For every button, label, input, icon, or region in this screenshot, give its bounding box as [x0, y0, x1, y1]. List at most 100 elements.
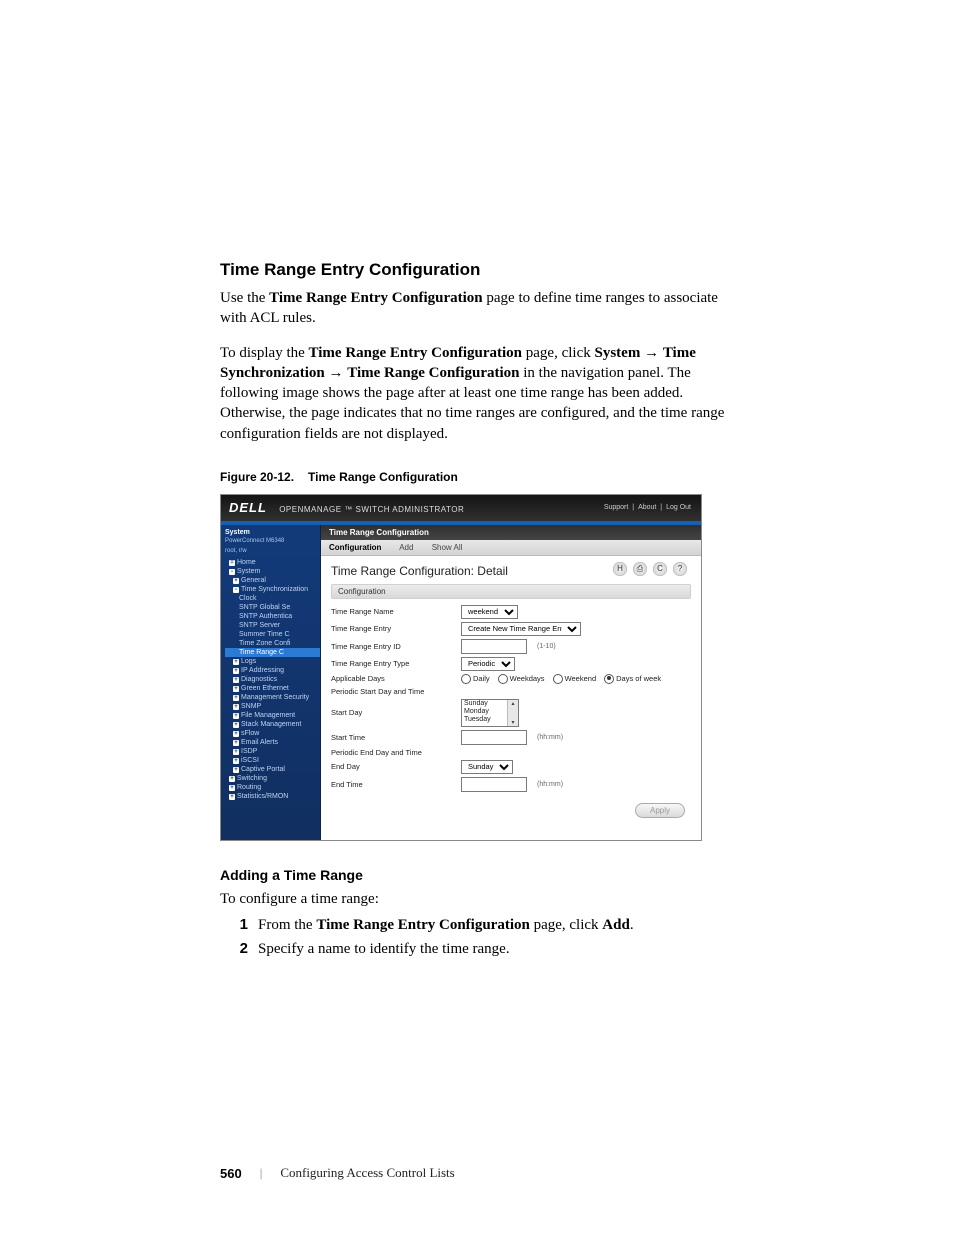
- expand-icon[interactable]: +: [233, 686, 239, 692]
- term: Add: [602, 917, 630, 933]
- text: Specify a name to identify the time rang…: [258, 939, 510, 959]
- term: Time Range Entry Configuration: [316, 917, 529, 933]
- tree-node[interactable]: SNTP Authentica: [225, 612, 320, 621]
- label: Applicable Days: [331, 674, 461, 683]
- tab-show-all[interactable]: Show All: [432, 543, 463, 552]
- tree-label: SNTP Server: [239, 622, 280, 629]
- tree-label: File Management: [241, 712, 295, 719]
- expand-icon[interactable]: +: [233, 731, 239, 737]
- expand-icon[interactable]: +: [233, 722, 239, 728]
- tab-add[interactable]: Add: [399, 543, 413, 552]
- radio-daily[interactable]: Daily: [461, 674, 490, 684]
- label: Periodic Start Day and Time: [331, 687, 461, 696]
- expand-icon[interactable]: +: [229, 776, 235, 782]
- link-support[interactable]: Support: [604, 504, 629, 511]
- page-number: 560: [220, 1166, 242, 1181]
- step-1: 1 From the Time Range Entry Configuratio…: [220, 915, 734, 935]
- tree-node[interactable]: Clock: [225, 594, 320, 603]
- refresh-icon[interactable]: C: [653, 562, 667, 576]
- row-periodic-start-hdr: Periodic Start Day and Time: [331, 687, 691, 696]
- tree-node[interactable]: -System: [225, 567, 320, 576]
- expand-icon[interactable]: +: [233, 677, 239, 683]
- nav-sidebar[interactable]: System PowerConnect M6348 root, r/w =Hom…: [221, 525, 321, 840]
- tree-node[interactable]: +SNMP: [225, 702, 320, 711]
- tree-node[interactable]: =Home: [225, 558, 320, 567]
- tree-node[interactable]: SNTP Server: [225, 621, 320, 630]
- tree-node[interactable]: +Email Alerts: [225, 738, 320, 747]
- radio-days-of-week[interactable]: Days of week: [604, 674, 661, 684]
- tree-node[interactable]: +Statistics/RMON: [225, 792, 320, 801]
- end-time-input[interactable]: [461, 777, 527, 792]
- radio-weekend[interactable]: Weekend: [553, 674, 597, 684]
- expand-icon[interactable]: +: [233, 713, 239, 719]
- tree-node[interactable]: +Switching: [225, 774, 320, 783]
- apply-button[interactable]: Apply: [635, 803, 685, 818]
- entry-id-input[interactable]: [461, 639, 527, 654]
- tree-node[interactable]: Time Zone Confi: [225, 639, 320, 648]
- row-start-day: Start Day Sunday Monday Tuesday ▴▾: [331, 699, 691, 727]
- tree-node[interactable]: +Management Security: [225, 693, 320, 702]
- end-day-select[interactable]: Sunday: [461, 760, 513, 774]
- tree-node[interactable]: +iSCSI: [225, 756, 320, 765]
- hint: (hh:mm): [537, 781, 563, 788]
- collapse-icon[interactable]: -: [233, 587, 239, 593]
- tree-node[interactable]: +Routing: [225, 783, 320, 792]
- tree-node[interactable]: +Diagnostics: [225, 675, 320, 684]
- tree-node[interactable]: +sFlow: [225, 729, 320, 738]
- section-header-configuration: Configuration: [331, 584, 691, 599]
- expand-icon[interactable]: +: [233, 740, 239, 746]
- tree-node[interactable]: +Green Ethernet: [225, 684, 320, 693]
- chevron-up-icon[interactable]: ▴: [511, 700, 514, 707]
- tree-node[interactable]: -Time Synchronization: [225, 585, 320, 594]
- text: Use the: [220, 290, 269, 306]
- label: End Day: [331, 762, 461, 771]
- tree-node[interactable]: +ISDP: [225, 747, 320, 756]
- sidebar-title: System: [225, 529, 320, 536]
- time-range-name-select[interactable]: weekend: [461, 605, 518, 619]
- expand-icon[interactable]: +: [233, 767, 239, 773]
- tree-label: Time Synchronization: [241, 586, 308, 593]
- time-range-entry-select[interactable]: Create New Time Range Entry: [461, 622, 581, 636]
- link-logout[interactable]: Log Out: [666, 504, 691, 511]
- tree-node[interactable]: +File Management: [225, 711, 320, 720]
- entry-type-select[interactable]: Periodic: [461, 657, 515, 671]
- link-about[interactable]: About: [638, 504, 656, 511]
- label: Time Range Entry: [331, 624, 461, 633]
- tree-node[interactable]: SNTP Global Se: [225, 603, 320, 612]
- expand-icon[interactable]: +: [233, 749, 239, 755]
- start-day-listbox[interactable]: Sunday Monday Tuesday ▴▾: [461, 699, 519, 727]
- tree-node[interactable]: Summer Time C: [225, 630, 320, 639]
- expand-icon[interactable]: +: [233, 578, 239, 584]
- save-icon[interactable]: H: [613, 562, 627, 576]
- expand-icon[interactable]: +: [233, 704, 239, 710]
- expand-icon[interactable]: +: [229, 794, 235, 800]
- collapse-icon[interactable]: -: [229, 569, 235, 575]
- tree-node[interactable]: +Logs: [225, 657, 320, 666]
- tree-node[interactable]: +General: [225, 576, 320, 585]
- scrollbar[interactable]: ▴▾: [507, 700, 518, 726]
- tree-label: Time Zone Confi: [239, 640, 290, 647]
- start-time-input[interactable]: [461, 730, 527, 745]
- main-panel: Time Range Configuration Configuration A…: [321, 525, 701, 840]
- expand-icon[interactable]: +: [233, 659, 239, 665]
- chevron-down-icon[interactable]: ▾: [511, 719, 514, 726]
- expand-icon[interactable]: +: [233, 695, 239, 701]
- device-name: PowerConnect M6348: [225, 538, 320, 544]
- expand-icon[interactable]: +: [233, 758, 239, 764]
- tree-node[interactable]: +Stack Management: [225, 720, 320, 729]
- tree-label: SNTP Global Se: [239, 604, 290, 611]
- expand-icon[interactable]: +: [233, 668, 239, 674]
- help-icon[interactable]: ?: [673, 562, 687, 576]
- user-role: root, r/w: [225, 548, 320, 554]
- label: Start Day: [331, 708, 461, 717]
- tree-node[interactable]: +IP Addressing: [225, 666, 320, 675]
- radio-weekdays[interactable]: Weekdays: [498, 674, 545, 684]
- top-links: Support | About | Log Out: [602, 504, 693, 511]
- figure-number: Figure 20-12.: [220, 470, 294, 484]
- bullet-icon[interactable]: =: [229, 560, 235, 566]
- print-icon[interactable]: ⎙: [633, 562, 647, 576]
- expand-icon[interactable]: +: [229, 785, 235, 791]
- tree-node[interactable]: +Captive Portal: [225, 765, 320, 774]
- tree-node[interactable]: Time Range C: [225, 648, 320, 657]
- tab-configuration[interactable]: Configuration: [329, 543, 381, 552]
